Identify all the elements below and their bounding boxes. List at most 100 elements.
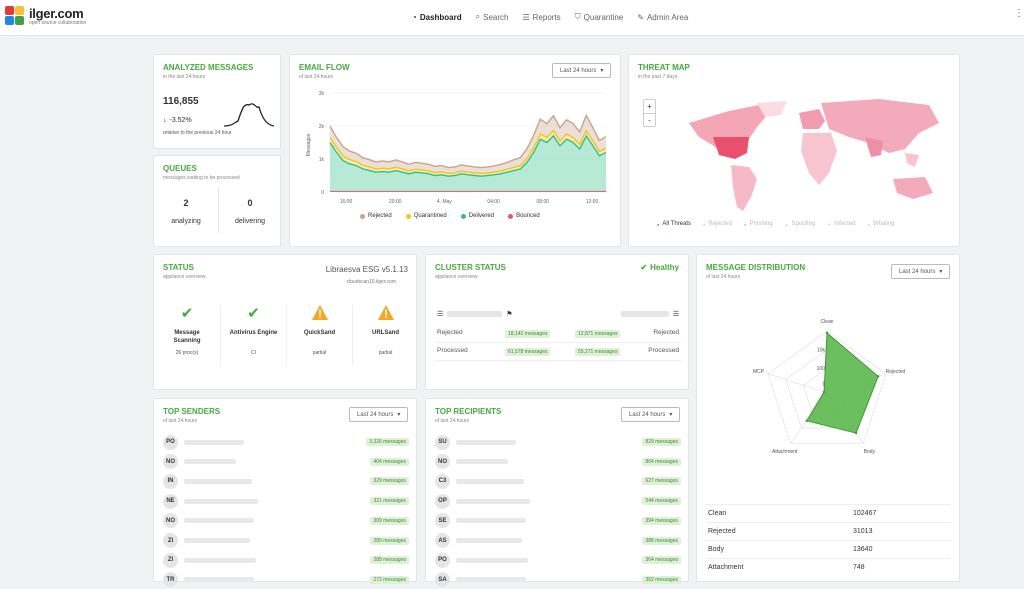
- card-subtitle: of last 24 hours: [299, 74, 334, 80]
- distribution-row: Body 13640: [706, 540, 951, 558]
- radar-scale-label: 100: [817, 366, 826, 372]
- radar-point: [805, 419, 808, 423]
- list-item[interactable]: ZI 289 messages: [163, 532, 409, 550]
- list-item[interactable]: TR 272 messages: [163, 571, 409, 589]
- list-item[interactable]: OP 544 messages: [435, 492, 681, 510]
- legend-marker-icon: ▼: [827, 221, 832, 227]
- divider: [218, 188, 219, 233]
- threat-legend-item[interactable]: ● Rejected: [703, 221, 732, 227]
- threat-legend-item[interactable]: ▼ Infected: [827, 221, 855, 227]
- redacted-address: [184, 557, 256, 563]
- range-label: Last 24 hours: [357, 411, 394, 418]
- legend-marker-icon: ●: [703, 221, 706, 227]
- caret-down-icon: ▾: [939, 269, 943, 275]
- range-dropdown[interactable]: Last 24 hours ▾: [349, 407, 409, 422]
- redacted-address: [456, 439, 516, 445]
- avatar: NO: [163, 513, 178, 529]
- card-subtitle: in the last 24 hours: [163, 74, 206, 80]
- radar-scale-label: 10k: [817, 348, 826, 354]
- avatar: NO: [435, 454, 450, 470]
- threat-legend-item[interactable]: ● Whaling: [868, 221, 895, 227]
- redacted-address: [184, 459, 236, 465]
- legend-item[interactable]: Bounced: [508, 213, 540, 219]
- message-count-badge: 329 messages: [370, 477, 409, 486]
- zoom-out-button[interactable]: -: [644, 113, 655, 127]
- warning-icon: [287, 305, 352, 323]
- legend-item[interactable]: Delivered: [460, 213, 495, 219]
- flag-icon: ⚑: [506, 311, 513, 318]
- status-detail: partial: [378, 350, 393, 356]
- card-subtitle: of last 24 hours: [435, 418, 470, 424]
- analyzed-change: ↓ -3.52%: [163, 117, 192, 124]
- nav-item-quarantine[interactable]: ⛉ Quarantine: [575, 12, 624, 22]
- list-item[interactable]: PO 3,326 messages: [163, 433, 409, 451]
- redacted-address: [456, 518, 526, 524]
- range-dropdown[interactable]: Last 24 hours ▾: [621, 407, 681, 422]
- server-icon: ☰: [672, 311, 679, 318]
- status-name: Antivirus Engine: [229, 330, 278, 336]
- nav-item-search[interactable]: ⌕ Search: [476, 12, 509, 22]
- distribution-row: Clean 102467: [706, 504, 951, 522]
- list-item[interactable]: PO 364 messages: [435, 551, 681, 569]
- distribution-table: Clean 102467 Rejected 31013 Body 13640 Attachm…: [706, 504, 951, 576]
- threat-map-card: THREAT MAP in the past 7 days + - ● All T…: [628, 54, 960, 247]
- x-tick-label: 20:00: [389, 199, 402, 205]
- cluster-rows: Rejected 18,142 messages 12,871 messages Re…: [426, 325, 690, 361]
- distribution-label: Rejected: [708, 528, 736, 535]
- status-detail: CI: [251, 350, 256, 356]
- node-a-name: [447, 311, 503, 317]
- search-icon: ⌕: [475, 12, 481, 21]
- list-item[interactable]: NO 804 messages: [435, 453, 681, 471]
- nav-item-admin-area[interactable]: ✎ Admin Area: [637, 12, 688, 22]
- list-item[interactable]: IN 329 messages: [163, 472, 409, 490]
- more-menu-icon[interactable]: ⋮: [1014, 9, 1024, 19]
- threat-legend-item[interactable]: ■ Phishing: [744, 221, 772, 227]
- radar-axis-label: MCP: [753, 369, 765, 375]
- redacted-address: [184, 538, 250, 543]
- legend-item[interactable]: Rejected: [360, 213, 392, 219]
- list-item[interactable]: NE 321 messages: [163, 492, 409, 510]
- avatar: AS: [435, 533, 450, 548]
- wrench-icon: ✎: [637, 12, 644, 22]
- node-b-count: 12,871 messages: [575, 330, 621, 338]
- analyzing-value: 2: [183, 198, 189, 208]
- cluster-health: ✔ Healthy: [640, 263, 679, 272]
- list-item[interactable]: SE 394 messages: [435, 512, 681, 530]
- analyzing-label: analyzing: [171, 218, 201, 225]
- list-item[interactable]: C3 627 messages: [435, 472, 681, 490]
- card-title: ANALYZED MESSAGES: [163, 63, 254, 72]
- list-item[interactable]: SA 362 messages: [435, 571, 681, 589]
- threat-legend-item[interactable]: ● All Threats: [657, 221, 691, 227]
- status-item: ✔ Message Scanning 26 proc(s): [154, 305, 220, 365]
- email-flow-legend: Rejected Quarantined Delivered Bounced: [360, 213, 540, 219]
- nav-item-reports[interactable]: ☰ Reports: [522, 12, 560, 22]
- nav-item-dashboard[interactable]: ◔ Dashboard: [412, 12, 462, 22]
- list-item[interactable]: ZI 288 messages: [163, 551, 409, 569]
- status-items: ✔ Message Scanning 26 proc(s) ✔ Antivirus En…: [154, 305, 418, 377]
- email-flow-card: EMAIL FLOW of last 24 hours Last 24 hour…: [289, 54, 621, 247]
- legend-label: Whaling: [872, 221, 895, 227]
- zoom-in-button[interactable]: +: [644, 100, 655, 113]
- avatar: PO: [163, 434, 178, 450]
- list-item[interactable]: NO 309 messages: [163, 512, 409, 530]
- list-item[interactable]: AS 388 messages: [435, 532, 681, 550]
- card-title: CLUSTER STATUS: [435, 263, 506, 272]
- logo[interactable]: ilger.com open source collaboration: [5, 5, 87, 29]
- redacted-address: [184, 518, 254, 524]
- list-item[interactable]: NO 404 messages: [163, 453, 409, 471]
- card-subtitle: appliance overview: [163, 274, 206, 280]
- legend-label: Spoofing: [791, 221, 816, 227]
- legend-item[interactable]: Quarantined: [405, 213, 447, 219]
- range-dropdown[interactable]: Last 24 hours ▾: [891, 264, 951, 279]
- card-subtitle: of last 24 hours: [163, 418, 198, 424]
- range-dropdown[interactable]: Last 24 hours ▾: [552, 63, 612, 78]
- threat-legend-item[interactable]: ▲ Spoofing: [785, 221, 816, 227]
- range-label: Last 24 hours: [629, 411, 666, 418]
- avatar: NO: [163, 454, 178, 470]
- check-icon: ✔: [640, 263, 648, 272]
- message-count-badge: 321 messages: [370, 497, 409, 506]
- list-item[interactable]: SU 829 messages: [435, 433, 681, 451]
- status-detail: 26 proc(s): [175, 350, 199, 356]
- legend-label: Delivered: [468, 213, 495, 219]
- analyzed-messages-card: ANALYZED MESSAGES in the last 24 hours 1…: [153, 54, 281, 149]
